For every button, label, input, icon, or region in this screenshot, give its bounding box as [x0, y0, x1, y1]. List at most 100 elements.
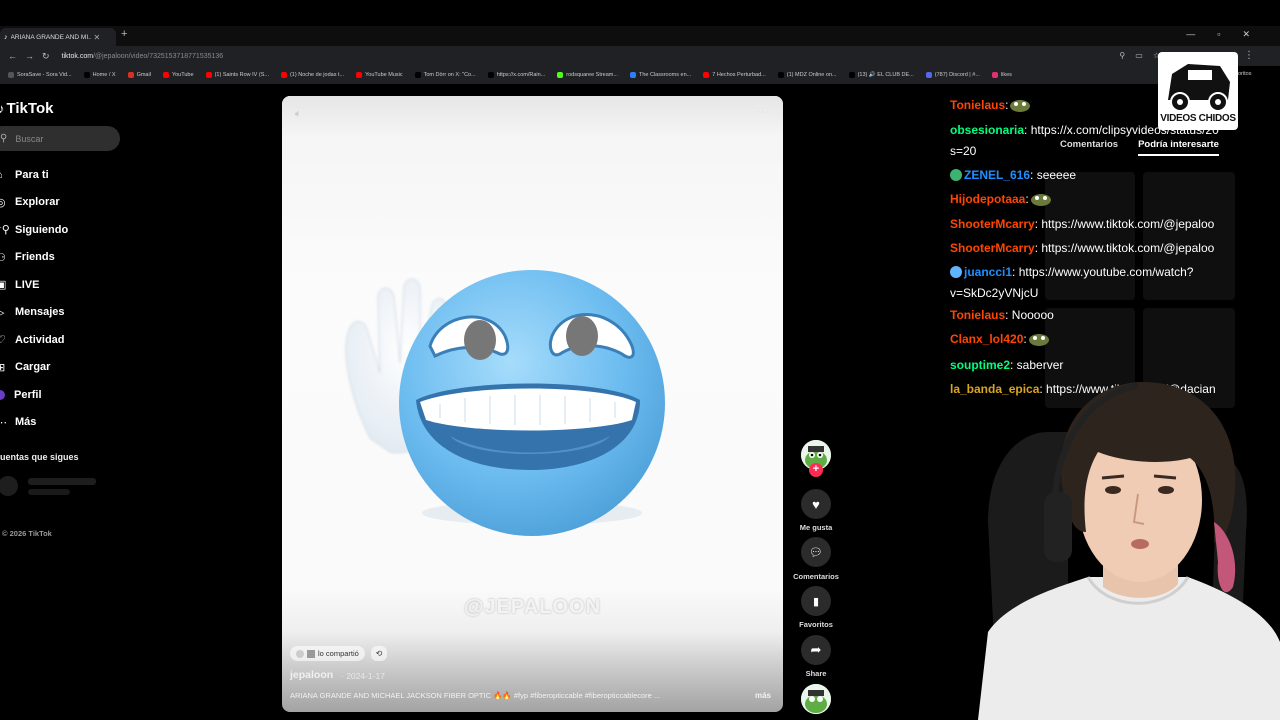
suggested-video-tile[interactable] — [1045, 172, 1135, 300]
share-button[interactable]: ➦ — [801, 635, 831, 665]
tab-related[interactable]: Podría interesarte — [1138, 139, 1219, 156]
window-controls: — ▫ ✕ — [1186, 29, 1250, 40]
video-player[interactable]: 🔈︎ ··· @JEPALOON lo compartió ⟲ jepaloon… — [282, 96, 783, 712]
bookmarks-overflow[interactable]: oritos — [1238, 71, 1251, 77]
url-field[interactable]: tiktok.com/@jepaloon/video/7325153718771… — [62, 53, 224, 60]
chat-text: : Nooooo — [1005, 308, 1054, 322]
loading-line-placeholder — [28, 478, 96, 485]
friends-icon: ⚇ — [0, 251, 6, 264]
bookmark-favicon-icon — [8, 72, 14, 78]
video-more-icon[interactable]: ··· — [756, 106, 770, 118]
videos-chidos-logo: VIDEOS CHIDOS — [1158, 52, 1238, 130]
chat-message: Clanx_lol420: — [950, 332, 1051, 346]
browser-tab-strip: ♪ ARIANA GRANDE AND MI... ✕ — [0, 26, 1280, 46]
close-window-icon[interactable]: ✕ — [1242, 29, 1250, 40]
shared-label: lo compartió — [318, 649, 359, 658]
bookmark-favicon-icon — [127, 72, 134, 78]
chat-username: Tonielaus — [950, 308, 1006, 322]
sidebar-item-label: Explorar — [15, 196, 60, 209]
url-host: tiktok.com — [61, 52, 94, 60]
music-disc-avatar[interactable] — [801, 684, 831, 714]
chat-username: Tonielaus — [950, 98, 1006, 112]
bookmark-item[interactable]: (13) 🔊 EL CLUB DE... — [848, 72, 914, 78]
favorites-button[interactable]: ▮ — [801, 586, 831, 616]
video-author[interactable]: jepaloon — [290, 669, 333, 681]
home-icon: ⌂ — [0, 169, 15, 181]
sidebar-item-siguiendo[interactable]: ⁺⚲ Siguiendo — [0, 216, 68, 244]
suggested-video-tile[interactable] — [1143, 172, 1235, 300]
chat-badge-icon — [950, 169, 962, 181]
sidebar-item-mensajes[interactable]: ▷ Mensajes — [0, 299, 68, 327]
volume-icon[interactable]: 🔈︎ — [295, 108, 302, 121]
bookmark-item[interactable]: YouTube — [162, 72, 194, 78]
favorites-label: Favoritos — [799, 620, 833, 629]
sidebar-item-explorar[interactable]: ◎ Explorar — [0, 189, 68, 217]
reload-icon[interactable]: ↻ — [42, 51, 50, 62]
bookmark-favicon-icon — [83, 72, 90, 78]
bookmark-favicon-icon — [414, 72, 421, 78]
video-date: · 2024-1-17 — [341, 671, 385, 681]
sidebar-item-actividad[interactable]: ♡ Actividad — [0, 326, 68, 354]
bookmark-label: (1) MDZ Online on... — [786, 72, 837, 78]
bookmark-label: likes — [1000, 72, 1012, 78]
tiktok-note-icon: ♪ — [0, 101, 5, 116]
bookmark-item[interactable]: (1) Saints Row IV (S... — [205, 72, 269, 78]
browser-menu-icon[interactable]: ⋮ — [1244, 50, 1254, 61]
bookmark-favicon-icon — [557, 72, 564, 78]
maximize-icon[interactable]: ▫ — [1217, 29, 1220, 40]
bookmark-item[interactable]: The Classrooms en... — [629, 72, 691, 78]
sidebar-item-m-s[interactable]: ⋯ Más — [0, 409, 68, 437]
chat-emote-icon — [1028, 334, 1049, 346]
close-tab-icon[interactable]: ✕ — [94, 33, 101, 42]
like-label: Me gusta — [799, 523, 833, 532]
bookmark-item[interactable]: (1) MDZ Online on... — [777, 72, 837, 78]
bookmark-item[interactable]: likes — [991, 72, 1012, 78]
chat-username: souptime2 — [950, 358, 1011, 372]
tab-comments[interactable]: Comentarios — [1060, 139, 1118, 156]
bookmark-item[interactable]: (1) Noche de jodas t... — [280, 72, 344, 78]
zoom-icon[interactable]: ⚲ — [1119, 51, 1125, 60]
sidebar-item-label: Friends — [15, 251, 55, 264]
caption-more-link[interactable]: más — [755, 691, 771, 700]
back-icon[interactable]: ← — [8, 51, 17, 61]
browser-tab-active[interactable]: ♪ ARIANA GRANDE AND MI... ✕ — [0, 28, 116, 46]
bookmark-favicon-icon — [848, 72, 855, 78]
sidebar-item-label: LIVE — [15, 278, 40, 291]
bookmark-item[interactable]: Home / X — [83, 72, 116, 78]
sidebar-item-para-ti[interactable]: ⌂Para ti — [0, 161, 68, 189]
bookmark-favicon-icon — [777, 72, 784, 78]
cast-icon[interactable]: ▭ — [1135, 51, 1143, 60]
bookmark-favicon-icon — [925, 72, 932, 78]
shared-by-chip[interactable]: lo compartió — [290, 646, 365, 661]
bookmark-item[interactable]: YouTube Music — [356, 72, 403, 78]
bookmark-favicon-icon — [162, 72, 169, 78]
video-top-gradient — [282, 96, 783, 136]
tiktok-logo[interactable]: ♪ TikTok — [0, 100, 53, 117]
sidebar-item-live[interactable]: ▣ LIVE — [0, 271, 68, 299]
activity-icon: ♡ — [0, 334, 6, 347]
search-icon: ⚲ — [0, 133, 8, 144]
bookmark-item[interactable]: 7 Hechos Perturbad... — [703, 72, 766, 78]
bookmark-icon: ▮ — [812, 595, 820, 608]
following-icon: ⁺⚲ — [0, 224, 10, 237]
follow-plus-icon[interactable]: + — [809, 463, 823, 477]
bookmark-item[interactable]: https://x.com/Rain... — [487, 72, 545, 78]
bookmark-item[interactable]: Tom Dörr on X: "Co... — [414, 72, 476, 78]
bookmark-favicon-icon — [280, 72, 287, 78]
sidebar-item-friends[interactable]: ⚇ Friends — [0, 244, 68, 272]
minimize-icon[interactable]: — — [1186, 29, 1195, 40]
comments-button[interactable]: 💬︎ — [801, 537, 831, 567]
search-input[interactable]: ⚲ Buscar — [0, 126, 120, 151]
like-button[interactable]: ♥ — [801, 489, 831, 519]
comment-bubble-icon: 💬︎ — [809, 546, 823, 559]
bookmark-item[interactable]: Gmail — [127, 72, 151, 78]
bookmark-item[interactable]: rodsquaree Stream... — [557, 72, 618, 78]
bookmark-item[interactable]: (787) Discord | #... — [925, 72, 980, 78]
sidebar-item-perfil[interactable]: Perfil — [0, 381, 68, 409]
bookmark-item[interactable]: SoraSave - Sora Vid... — [8, 72, 72, 78]
repost-icon[interactable]: ⟲ — [371, 646, 387, 661]
sidebar-item-cargar[interactable]: ⊞ Cargar — [0, 354, 68, 382]
new-tab-button[interactable]: + — [121, 28, 127, 40]
forward-icon[interactable]: → — [25, 51, 34, 61]
chat-username: ShooterMcarry — [950, 217, 1035, 231]
